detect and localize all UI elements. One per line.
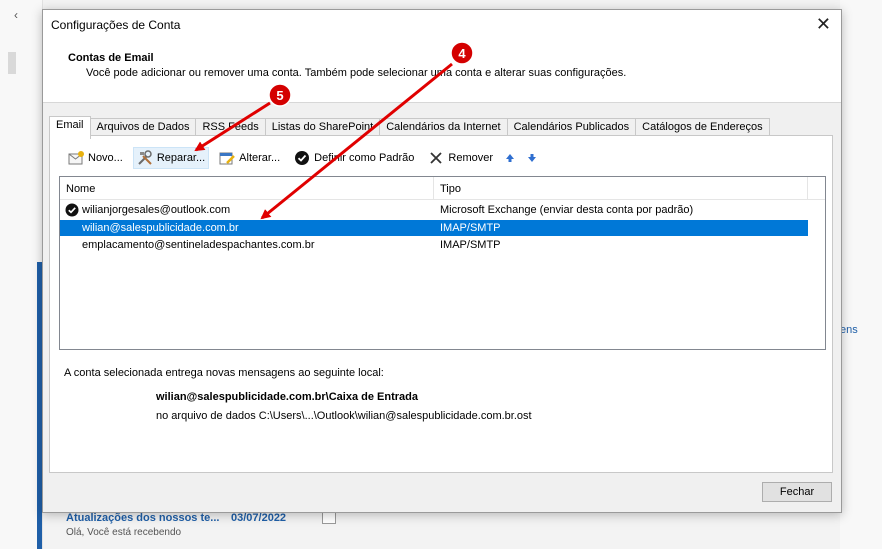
column-separator[interactable]: [433, 177, 434, 199]
default-account-check-icon: [65, 203, 79, 217]
account-toolbar: Novo... Reparar... Alterar... Definir co…: [64, 147, 547, 169]
mail-item-preview: Olá, Você está recebendo: [66, 527, 182, 538]
dialog-title: Configurações de Conta: [51, 18, 181, 32]
delivery-location: wilian@salespublicidade.com.br\Caixa de …: [156, 391, 418, 403]
move-down-button[interactable]: [525, 150, 539, 166]
close-icon[interactable]: ✕: [816, 14, 831, 35]
account-row[interactable]: wilianjorgesales@outlook.com Microsoft E…: [60, 202, 808, 218]
move-up-button[interactable]: [503, 150, 517, 166]
back-chevron-icon[interactable]: ‹: [14, 8, 18, 22]
alterar-label: Alterar...: [239, 152, 281, 164]
column-header-nome[interactable]: Nome: [66, 183, 95, 195]
tab-email[interactable]: Email: [49, 116, 91, 139]
tab-strip: Email Arquivos de Dados RSS Feeds Listas…: [49, 116, 770, 139]
repair-tools-icon: [138, 150, 152, 165]
change-settings-icon: [219, 152, 236, 165]
background-link[interactable]: ens: [840, 324, 858, 336]
header-description: Você pode adicionar ou remover uma conta…: [86, 67, 627, 79]
list-header: Nome Tipo: [60, 177, 825, 200]
account-row-selected[interactable]: wilian@salespublicidade.com.br IMAP/SMTP: [60, 220, 808, 236]
arrow-up-icon: [506, 154, 515, 162]
fechar-button[interactable]: Fechar: [762, 482, 832, 502]
mail-item-title[interactable]: Atualizações dos nossos te...: [66, 512, 219, 524]
column-separator[interactable]: [807, 177, 808, 199]
account-list[interactable]: Nome Tipo wilianjorgesales@outlook.com M…: [59, 176, 826, 350]
remover-button[interactable]: Remover: [424, 148, 497, 168]
checkmark-circle-icon: [295, 151, 310, 165]
new-mail-icon: [68, 151, 84, 165]
account-name: wilian@salespublicidade.com.br: [82, 222, 239, 234]
column-header-tipo[interactable]: Tipo: [440, 183, 461, 195]
definir-padrao-button[interactable]: Definir como Padrão: [290, 148, 418, 168]
account-row[interactable]: emplacamento@sentineladespachantes.com.b…: [60, 237, 808, 253]
novo-button[interactable]: Novo...: [64, 148, 127, 168]
account-type: Microsoft Exchange (enviar desta conta p…: [440, 204, 694, 216]
mail-item-date: 03/07/2022: [231, 512, 287, 524]
email-tab-panel: Novo... Reparar... Alterar... Definir co…: [49, 135, 833, 473]
account-name: emplacamento@sentineladespachantes.com.b…: [82, 239, 315, 251]
delivery-intro: A conta selecionada entrega novas mensag…: [64, 367, 384, 379]
alterar-button[interactable]: Alterar...: [215, 148, 284, 168]
reparar-label: Reparar...: [156, 152, 206, 164]
account-settings-dialog: Configurações de Conta ✕ Contas de Email…: [42, 9, 842, 513]
definir-padrao-label: Definir como Padrão: [314, 152, 415, 164]
account-name: wilianjorgesales@outlook.com: [82, 204, 231, 216]
account-type: IMAP/SMTP: [440, 239, 501, 251]
remove-x-icon: [430, 152, 443, 164]
dialog-titlebar: Configurações de Conta ✕: [43, 10, 841, 40]
dialog-header: Contas de Email Você pode adicionar ou r…: [43, 40, 841, 103]
account-type: IMAP/SMTP: [440, 222, 501, 234]
outlook-right-pane: [840, 0, 882, 549]
header-title: Contas de Email: [68, 52, 154, 64]
novo-label: Novo...: [88, 152, 123, 164]
remover-label: Remover: [448, 152, 494, 164]
arrow-down-icon: [528, 154, 537, 162]
left-pane-marker: [8, 52, 16, 74]
reparar-button[interactable]: Reparar...: [132, 147, 210, 169]
delivery-data-file: no arquivo de dados C:\Users\...\Outlook…: [156, 410, 532, 422]
